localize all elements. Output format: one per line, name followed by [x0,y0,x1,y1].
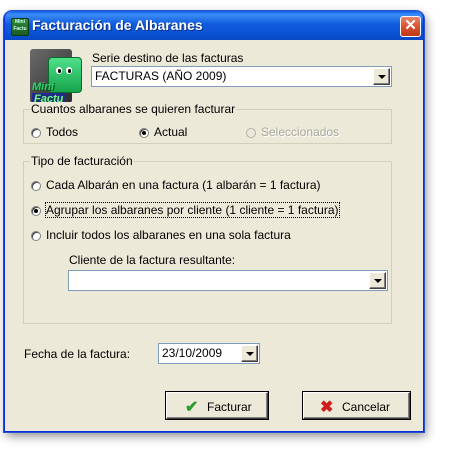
serie-label: Serie destino de las facturas [92,51,244,65]
cancelar-label: Cancelar [342,400,391,414]
checkmark-icon: ✔ [185,399,199,416]
tipo-legend: Tipo de facturación [30,154,134,168]
serie-value: FACTURAS (AÑO 2009) [95,69,227,83]
radio-una-sola-factura[interactable] [31,231,41,241]
mini-factu-logo: Mini Factu [30,45,92,109]
window-title: Facturación de Albaranes [32,17,203,33]
cliente-select[interactable] [68,270,388,291]
radio-actual-label[interactable]: Actual [154,125,187,139]
radio-actual[interactable] [139,128,149,138]
radio-seleccionados-label: Seleccionados [261,125,340,139]
radio-todos-label[interactable]: Todos [46,125,78,139]
radio-seleccionados [246,128,256,138]
cliente-label: Cliente de la factura resultante: [69,253,236,267]
dialog-window: Mini Factu Facturación de Albaranes ✕ Min… [4,11,424,432]
radio-agrupar-cliente-label[interactable]: Agrupar los albaranes por cliente (1 cli… [45,202,340,218]
tipo-facturacion-group: Tipo de facturación Cada Albarán en una … [23,154,392,324]
radio-una-sola-factura-label[interactable]: Incluir todos los albaranes en una sola … [46,228,291,242]
fecha-picker[interactable]: 23/10/2009 [158,343,260,364]
albaranes-group: Cuantos albaranes se quieren facturar To… [23,102,392,144]
radio-cada-albaran-label[interactable]: Cada Albarán en una factura (1 albarán =… [46,178,321,192]
cancel-x-icon: ✖ [320,399,334,416]
radio-agrupar-cliente[interactable] [31,206,41,216]
serie-select[interactable]: FACTURAS (AÑO 2009) [91,66,392,87]
mini-factu-icon: Mini Factu [11,18,29,36]
title-bar[interactable]: Mini Factu Facturación de Albaranes ✕ [5,11,423,40]
chevron-down-icon[interactable] [369,272,386,289]
fecha-label: Fecha de la factura: [24,347,131,361]
chevron-down-icon[interactable] [241,345,258,362]
radio-todos[interactable] [31,128,41,138]
chevron-down-icon[interactable] [373,68,390,85]
facturar-label: Facturar [207,400,252,414]
albaranes-legend: Cuantos albaranes se quieren facturar [30,102,237,116]
close-button[interactable]: ✕ [400,16,421,37]
radio-cada-albaran[interactable] [31,181,41,191]
facturar-button[interactable]: ✔ Facturar [166,392,268,419]
cancelar-button[interactable]: ✖ Cancelar [303,392,410,419]
fecha-value: 23/10/2009 [162,346,223,360]
